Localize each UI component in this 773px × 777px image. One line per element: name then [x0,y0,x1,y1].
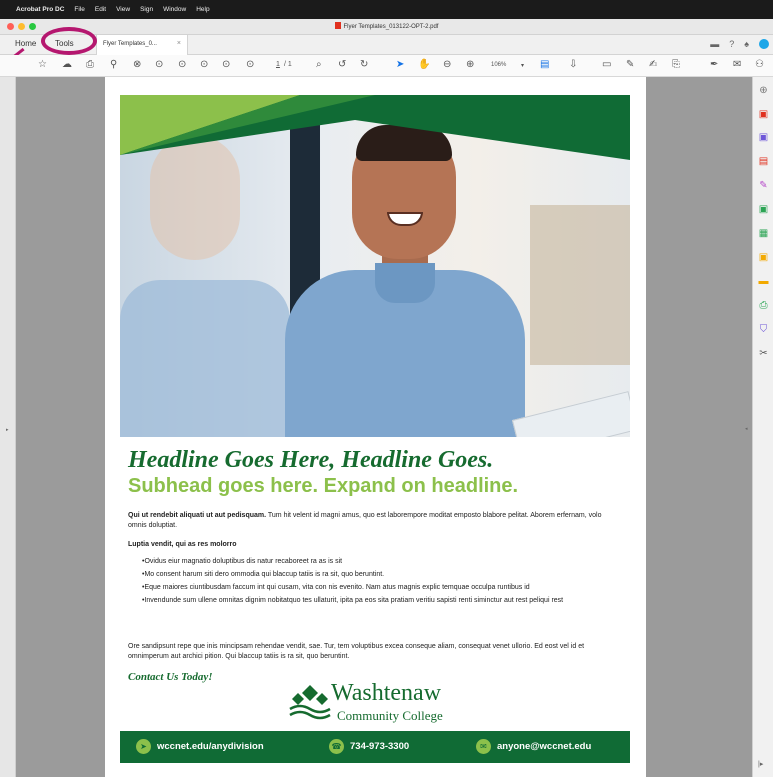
panel-toggle-icon[interactable]: |▸ [758,760,763,768]
pdf-file-icon [334,22,341,29]
rotate-back-icon[interactable]: ⊙ [222,59,230,70]
scan-ocr-icon[interactable]: ▦ [758,228,769,239]
print-production-icon[interactable]: ⎙ [758,300,769,311]
edit-pdf-icon[interactable]: ✎ [758,180,769,191]
tools-pane: ⊕ ▣ ▣ ▤ ✎ ▣ ▦ ▣ ▬ ⎙ ⛉ ✂ [752,77,773,777]
website-text: wccnet.edu/anydivision [157,741,264,752]
logo-name: Washtenaw [331,680,442,706]
print-icon[interactable]: ⎙ [86,59,94,70]
search-tool-icon[interactable]: ⊕ [758,85,769,96]
help-icon[interactable]: ? [729,39,734,49]
hero-photo [120,95,630,437]
bullet-item: •Ovidus eiur magnatio doluptibus dis nat… [142,558,343,565]
menu-edit[interactable]: Edit [95,6,106,13]
account-avatar[interactable] [759,39,769,49]
stamp-icon[interactable]: ⎘ [672,59,680,70]
zoom-in-icon[interactable]: ⊕ [466,59,474,70]
comment-icon[interactable]: ▭ [602,59,611,70]
tab-document[interactable]: Flyer Templates_0... × [96,35,188,55]
rotate-right-icon[interactable]: ↻ [360,59,368,70]
bookmark-star-icon[interactable]: ☆ [38,59,47,70]
menu-app-name[interactable]: Acrobat Pro DC [16,6,64,13]
menu-sign[interactable]: Sign [140,6,153,13]
bullet-item: •Invendunde sum ullene omnitas dignim no… [142,597,564,604]
send-for-review-icon[interactable]: ▣ [758,252,769,263]
comments-icon[interactable]: ▬ [710,39,719,49]
tab-bar: Home Tools Flyer Templates_0... × ▬ ? ♠ [0,35,773,55]
green-banner-shapes [120,95,630,160]
flyer-subhead: Subhead goes here. Expand on headline. [128,475,519,497]
footer-website: ➤ wccnet.edu/anydivision [136,739,264,754]
window-title-container: Flyer Templates_013122-OPT-2.pdf [0,22,773,30]
create-pdf-icon[interactable]: ▣ [758,109,769,120]
phone-icon: ☎ [329,739,344,754]
flyer-headline: Headline Goes Here, Headline Goes. [128,447,494,473]
left-panel-collapsed[interactable]: ▸ [0,77,16,777]
rotate-forward-icon[interactable]: ⊙ [246,59,254,70]
tabbar-actions: ▬ ? ♠ [710,39,769,49]
page-total: / 1 [284,61,292,68]
hand-tool-icon[interactable]: ✋ [418,59,430,70]
pdf-page: Headline Goes Here, Headline Goes. Subhe… [105,77,646,777]
main-toolbar: ☆ ☁ ⎙ ⚲ ⊗ ⊙ ⊙ ⊙ ⊙ ⊙ 1 / 1 ⌕ ↺ ↻ ➤ ✋ ⊖ ⊕ … [0,55,773,77]
intro-paragraph: Qui ut rendebit aliquati ut aut pedisqua… [128,511,613,530]
fit-page-icon[interactable]: ⌕ [316,59,322,70]
footer-email: ✉ anyone@wccnet.edu [476,739,591,754]
tab-document-label: Flyer Templates_0... [103,41,157,47]
expand-left-panel-icon[interactable]: ▸ [6,427,9,433]
title-bar: Flyer Templates_013122-OPT-2.pdf [0,19,773,35]
washtenaw-logo-icon [289,685,331,720]
highlight-pen-icon[interactable]: ✎ [626,59,634,70]
zoom-level-select[interactable]: 106% [491,62,506,68]
closing-paragraph: Ore sandipsunt repe que inis mincipsam r… [128,643,585,660]
rotate-left-icon[interactable]: ↺ [338,59,346,70]
email-text: anyone@wccnet.edu [497,741,592,752]
notifications-bell-icon[interactable]: ♠ [744,39,749,49]
comment-tool-icon[interactable]: ▬ [758,276,769,287]
bullet-item: •Eque maiores ciuntibusdam faccum int qu… [142,584,530,591]
menu-help[interactable]: Help [196,6,209,13]
logo-subtitle: Community College [337,708,443,723]
scrolling-mode-icon[interactable]: ⇩ [569,59,577,70]
zoom-dropdown-icon[interactable]: ▾ [521,62,524,69]
fill-sign-icon[interactable]: ✒ [710,59,718,70]
contact-footer-bar: ➤ wccnet.edu/anydivision ☎ 734-973-3300 … [120,731,630,763]
search-icon[interactable]: ⚲ [110,59,117,70]
section-title: Luptia vendit, qui as res molorro [128,541,237,548]
sign-icon[interactable]: ✍ [649,59,657,70]
footer-phone: ☎ 734-973-3300 [329,739,409,754]
phone-text: 734-973-3300 [350,741,410,752]
last-page-icon[interactable]: ⊙ [200,59,208,70]
menu-file[interactable]: File [74,6,84,13]
intro-bold: Qui ut rendebit aliquati ut aut pedisqua… [128,512,267,519]
menu-view[interactable]: View [116,6,130,13]
collapse-right-panel-icon[interactable]: ◂ [745,426,748,432]
zoom-out-icon[interactable]: ⊖ [443,59,451,70]
organize-pages-icon[interactable]: ▤ [758,156,769,167]
page-number-input[interactable]: 1 [276,61,280,68]
page-display-icon[interactable]: ▤ [540,59,549,70]
window-title: Flyer Templates_013122-OPT-2.pdf [343,24,439,30]
select-cursor-icon[interactable]: ➤ [396,59,404,70]
tools-highlight-circle [41,27,97,55]
first-page-icon[interactable]: ⊗ [133,59,141,70]
menu-bar: Acrobat Pro DC File Edit View Sign Windo… [0,0,773,19]
email-icon: ✉ [476,739,491,754]
email-icon[interactable]: ✉ [733,59,741,70]
previous-page-icon[interactable]: ⊙ [155,59,163,70]
protect-icon[interactable]: ⛉ [758,324,769,335]
more-tools-icon[interactable]: ✂ [758,348,769,359]
bullet-list: •Ovidus eiur magnatio doluptibus dis nat… [142,557,602,609]
share-people-icon[interactable]: ⚇ [755,59,764,70]
next-page-icon[interactable]: ⊙ [178,59,186,70]
contact-heading: Contact Us Today! [128,671,213,683]
menu-window[interactable]: Window [163,6,186,13]
tab-home[interactable]: Home [15,39,36,48]
combine-files-icon[interactable]: ▣ [758,132,769,143]
upload-cloud-icon[interactable]: ☁ [62,59,72,70]
export-pdf-icon[interactable]: ▣ [758,204,769,215]
cursor-icon: ➤ [136,739,151,754]
close-tab-icon[interactable]: × [177,40,181,47]
bullet-item: •Mo consent harum siti dero ommodia qui … [142,571,385,578]
